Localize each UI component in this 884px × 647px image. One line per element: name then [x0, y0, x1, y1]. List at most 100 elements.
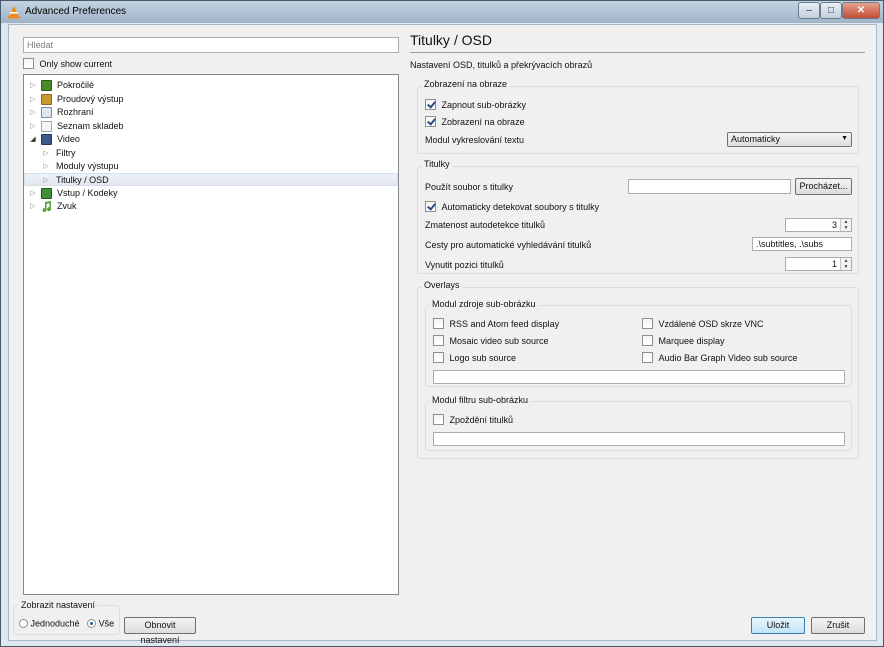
tree-item-label: Rozhraní: [57, 107, 94, 117]
browse-button[interactable]: Procházet...: [795, 178, 852, 195]
simple-radio-label[interactable]: Jednoduché: [31, 619, 80, 629]
source-audiobar-checkbox[interactable]: Audio Bar Graph Video sub source: [642, 352, 797, 364]
all-radio-label[interactable]: Vše: [99, 619, 115, 629]
only-show-current-label: Only show current: [39, 58, 113, 69]
source-logo-check[interactable]: [433, 352, 444, 364]
show-settings-group: Zobrazit nastavení Jednoduché Vše: [13, 600, 120, 635]
expand-arrow-icon[interactable]: ▷: [29, 79, 37, 92]
tree-item-label: Pokročilé: [57, 80, 95, 90]
tree-item-zvuk[interactable]: ▷ Zvuk: [24, 200, 398, 213]
subtitles-group-legend: Titulky: [422, 159, 452, 169]
source-vnc-label: Vzdálené OSD skrze VNC: [658, 318, 764, 329]
subtitle-file-input[interactable]: [628, 179, 791, 194]
on-screen-display-label: Zobrazení na obraze: [441, 116, 525, 127]
tree-item-label: Seznam skladeb: [57, 121, 124, 131]
expand-arrow-icon[interactable]: ▷: [42, 147, 50, 160]
maximize-button[interactable]: □: [820, 2, 842, 19]
source-logo-label: Logo sub source: [449, 352, 517, 363]
force-position-label: Vynutit pozici titulků: [425, 260, 504, 270]
source-rss-check[interactable]: [433, 318, 444, 330]
source-vnc-checkbox[interactable]: Vzdálené OSD skrze VNC: [642, 318, 764, 330]
title-bar[interactable]: Advanced Preferences ‒ □ ✕: [1, 1, 883, 23]
page-description: Nastavení OSD, titulků a překrývacích ob…: [410, 60, 593, 70]
save-button[interactable]: Uložit: [751, 617, 805, 634]
show-settings-legend: Zobrazit nastavení: [19, 600, 98, 610]
tree-item-label: Vstup / Kodeky: [57, 188, 118, 198]
tree-item-label: Moduly výstupu: [56, 161, 119, 171]
source-vnc-check[interactable]: [642, 318, 653, 330]
source-marquee-check[interactable]: [642, 335, 653, 347]
autodetect-fuzziness-spinbox[interactable]: 3 ▲ ▼: [785, 218, 852, 232]
tree-item-proudovy-vystup[interactable]: ▷ Proudový výstup: [24, 93, 398, 106]
filter-subsdelay-label: Zpoždění titulků: [449, 414, 514, 425]
expand-arrow-icon[interactable]: ▷: [29, 106, 37, 119]
tree-item-rozhrani[interactable]: ▷ Rozhraní: [24, 106, 398, 119]
all-radio[interactable]: [87, 619, 97, 629]
tree-item-moduly-vystupu[interactable]: ▷ Moduly výstupu: [24, 160, 398, 173]
expand-arrow-icon[interactable]: ▷: [29, 187, 37, 200]
tree-item-vstup-kodeky[interactable]: ▷ Vstup / Kodeky: [24, 187, 398, 200]
page-title: Titulky / OSD: [410, 32, 492, 48]
source-rss-checkbox[interactable]: RSS and Atom feed display: [433, 318, 559, 330]
on-screen-display-checkbox[interactable]: Zobrazení na obraze: [425, 116, 525, 128]
reset-preferences-button[interactable]: Obnovit nastavení: [124, 617, 196, 645]
tree-item-pokrocile[interactable]: ▷ Pokročilé: [24, 79, 398, 92]
autodetect-subtitles-check[interactable]: [425, 201, 436, 213]
audio-icon: [42, 201, 52, 212]
simple-radio[interactable]: [19, 619, 28, 629]
tree-item-filtry[interactable]: ▷ Filtry: [24, 147, 398, 160]
minimize-button[interactable]: ‒: [798, 2, 820, 19]
cancel-button[interactable]: Zrušit: [811, 617, 865, 634]
enable-subpictures-checkbox[interactable]: Zapnout sub-obrázky: [425, 99, 527, 111]
force-position-spinbox[interactable]: 1 ▲ ▼: [785, 257, 852, 271]
subtitle-paths-input[interactable]: .\subtitles, .\subs: [752, 237, 852, 251]
filter-subsdelay-check[interactable]: [433, 414, 444, 426]
tree-item-titulky-osd[interactable]: ▷ Titulky / OSD: [24, 173, 398, 186]
source-logo-checkbox[interactable]: Logo sub source: [433, 352, 517, 364]
overlays-group-legend: Overlays: [422, 280, 462, 290]
tree-item-seznam-skladeb[interactable]: ▷ Seznam skladeb: [24, 120, 398, 133]
source-mosaic-checkbox[interactable]: Mosaic video sub source: [433, 335, 549, 347]
autodetect-fuzziness-value: 3: [831, 220, 837, 230]
text-renderer-value: Automaticky: [731, 134, 781, 144]
subpicture-filter-field[interactable]: [433, 432, 845, 446]
show-settings-radios: Jednoduché Vše: [19, 618, 114, 629]
use-subtitle-file-label: Použít soubor s titulky: [425, 182, 514, 192]
source-mosaic-check[interactable]: [433, 335, 444, 347]
subpicture-source-field[interactable]: [433, 370, 845, 384]
osd-group-legend: Zobrazení na obraze: [422, 79, 510, 89]
expand-arrow-icon[interactable]: ▷: [42, 174, 50, 187]
spin-arrows-icon[interactable]: ▲ ▼: [840, 258, 851, 270]
source-marquee-label: Marquee display: [658, 335, 725, 346]
expand-arrow-icon[interactable]: ▷: [29, 93, 37, 106]
subpicture-filter-legend: Modul filtru sub-obrázku: [430, 395, 531, 405]
tree-item-label: Titulky / OSD: [56, 175, 109, 185]
tree-item-video[interactable]: ◢ Video: [24, 133, 398, 146]
tree-item-label: Filtry: [56, 148, 76, 158]
only-show-current-checkbox[interactable]: Only show current: [23, 58, 113, 70]
close-button[interactable]: ✕: [842, 2, 880, 19]
subpicture-filter-group: Modul filtru sub-obrázku Zpoždění titulk…: [425, 395, 852, 451]
video-icon: [41, 134, 52, 145]
source-audiobar-check[interactable]: [642, 352, 653, 364]
only-show-current-check[interactable]: [23, 58, 34, 70]
enable-subpictures-label: Zapnout sub-obrázky: [441, 99, 527, 110]
preferences-tree[interactable]: ▷ Pokročilé ▷ Proudový výstup ▷ Rozhraní…: [23, 74, 399, 595]
search-input[interactable]: Hledat: [23, 37, 399, 53]
source-marquee-checkbox[interactable]: Marquee display: [642, 335, 725, 347]
tree-item-label: Video: [57, 134, 80, 144]
expand-arrow-icon[interactable]: ▷: [42, 160, 50, 173]
text-renderer-select[interactable]: Automaticky ▼: [727, 132, 852, 147]
source-mosaic-label: Mosaic video sub source: [449, 335, 549, 346]
collapse-arrow-icon[interactable]: ◢: [29, 133, 37, 146]
expand-arrow-icon[interactable]: ▷: [29, 120, 37, 133]
expand-arrow-icon[interactable]: ▷: [29, 200, 37, 213]
autodetect-fuzziness-label: Zmatenost autodetekce titulků: [425, 220, 546, 230]
filter-subsdelay-checkbox[interactable]: Zpoždění titulků: [433, 414, 514, 426]
autodetect-subtitles-checkbox[interactable]: Automaticky detekovat soubory s titulky: [425, 201, 600, 213]
on-screen-display-check[interactable]: [425, 116, 436, 128]
tree-item-label: Proudový výstup: [57, 94, 124, 104]
enable-subpictures-check[interactable]: [425, 99, 436, 111]
autodetect-subtitles-label: Automaticky detekovat soubory s titulky: [441, 201, 600, 212]
spin-arrows-icon[interactable]: ▲ ▼: [840, 219, 851, 231]
